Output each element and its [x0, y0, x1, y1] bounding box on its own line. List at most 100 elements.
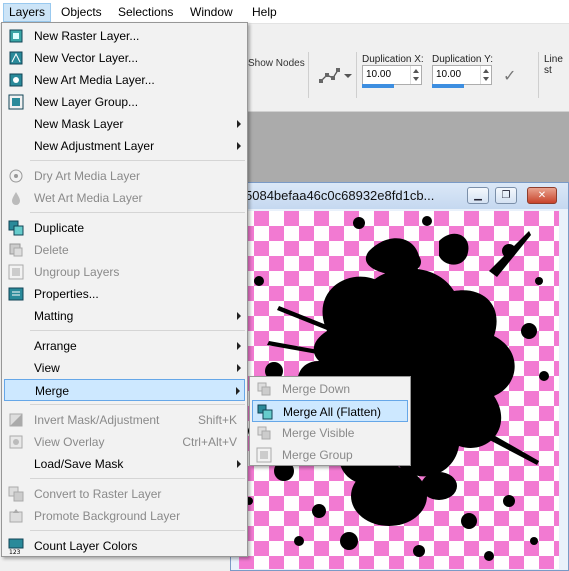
- menu-separator: [30, 160, 245, 161]
- menu-item-load-save-mask[interactable]: Load/Save Mask: [4, 453, 245, 475]
- menu-item-promote-background: Promote Background Layer: [4, 505, 245, 527]
- menu-item-properties[interactable]: Properties...: [4, 283, 245, 305]
- menu-item-count-layer-colors[interactable]: 123 Count Layer Colors: [4, 535, 245, 557]
- apply-check-icon[interactable]: ✓: [503, 66, 516, 86]
- menu-item-label: Merge Visible: [282, 426, 355, 440]
- menu-item-label: Convert to Raster Layer: [34, 487, 162, 501]
- menu-item-label: Wet Art Media Layer: [34, 191, 143, 205]
- menu-item-label: New Mask Layer: [34, 117, 124, 131]
- submenu-arrow-icon: [237, 312, 241, 320]
- menu-separator: [30, 478, 245, 479]
- menu-item-label: New Raster Layer...: [34, 29, 140, 43]
- layers-menu: New Raster Layer... New Vector Layer... …: [1, 22, 248, 557]
- menu-item-view[interactable]: View: [4, 357, 245, 379]
- art-media-layer-icon: [9, 73, 23, 87]
- layer-group-icon: [8, 94, 24, 110]
- menu-selections[interactable]: Selections: [113, 3, 178, 22]
- line-style-label: Line st: [544, 54, 563, 76]
- promote-background-icon: [9, 509, 23, 523]
- menu-item-invert-mask: Invert Mask/Adjustment Shift+K: [4, 409, 245, 431]
- menu-item-merge-visible: Merge Visible: [252, 422, 408, 444]
- menu-item-label: Merge Down: [282, 382, 351, 396]
- menu-layers[interactable]: Layers: [3, 3, 52, 22]
- dropdown-arrow-icon[interactable]: [344, 74, 352, 78]
- menu-item-shortcut: Ctrl+Alt+V: [182, 435, 237, 449]
- menu-item-view-overlay: View Overlay Ctrl+Alt+V: [4, 431, 245, 453]
- menu-separator: [30, 330, 245, 331]
- menu-item-dry-art-media-layer: Dry Art Media Layer: [4, 165, 245, 187]
- close-icon[interactable]: ✕: [527, 187, 557, 204]
- menu-item-label: Merge All (Flatten): [283, 405, 382, 419]
- menu-bar: Layers Objects Selections Window Help: [0, 0, 569, 24]
- menu-item-label: Delete: [34, 243, 69, 257]
- menu-item-new-raster-layer[interactable]: New Raster Layer...: [4, 25, 245, 47]
- spin-arrows-icon[interactable]: [480, 66, 491, 84]
- menu-item-new-vector-layer[interactable]: New Vector Layer...: [4, 47, 245, 69]
- menu-item-matting[interactable]: Matting: [4, 305, 245, 327]
- menu-item-new-adjustment-layer[interactable]: New Adjustment Layer: [4, 135, 245, 157]
- menu-item-arrange[interactable]: Arrange: [4, 335, 245, 357]
- menu-item-ungroup-layers: Ungroup Layers: [4, 261, 245, 283]
- submenu-arrow-icon: [236, 387, 240, 395]
- duplication-y-slider[interactable]: [432, 84, 464, 88]
- duplication-x-slider[interactable]: [362, 84, 394, 88]
- toolbar-separator: [308, 52, 309, 98]
- submenu-arrow-icon: [237, 364, 241, 372]
- view-overlay-icon: [9, 435, 23, 449]
- vector-layer-icon: [9, 51, 23, 65]
- document-titlebar[interactable]: 5084befaa46c0c68932e8fd1cb... ▁ ❐ ✕: [231, 183, 568, 209]
- wet-media-icon: [12, 192, 20, 205]
- menu-item-label: New Adjustment Layer: [34, 139, 155, 153]
- menu-item-new-art-media-layer[interactable]: New Art Media Layer...: [4, 69, 245, 91]
- menu-help[interactable]: Help: [247, 3, 282, 22]
- tool-options-bar: Show Nodes Duplication X: 10.00 Duplicat…: [248, 24, 569, 112]
- menu-item-label: Invert Mask/Adjustment: [34, 413, 160, 427]
- menu-item-label: Duplicate: [34, 221, 85, 235]
- menu-item-merge-group: Merge Group: [252, 444, 408, 466]
- ungroup-icon: [8, 264, 24, 280]
- menu-item-label: Matting: [34, 309, 74, 323]
- count-colors-icon: 123: [8, 538, 24, 554]
- duplication-y-input[interactable]: 10.00: [432, 65, 492, 85]
- node-transform-icon[interactable]: [318, 66, 342, 86]
- menu-item-new-mask-layer[interactable]: New Mask Layer: [4, 113, 245, 135]
- duplication-y-value: 10.00: [436, 69, 462, 80]
- spin-arrows-icon[interactable]: [410, 66, 421, 84]
- menu-item-label: New Vector Layer...: [34, 51, 139, 65]
- menu-item-wet-art-media-layer: Wet Art Media Layer: [4, 187, 245, 209]
- raster-layer-icon: [9, 29, 23, 43]
- invert-mask-icon: [9, 413, 23, 427]
- menu-item-shortcut: Shift+K: [197, 413, 237, 427]
- menu-item-label: Arrange: [34, 339, 77, 353]
- restore-icon[interactable]: ❐: [495, 187, 517, 204]
- menu-separator: [30, 530, 245, 531]
- menu-item-label: Count Layer Colors: [34, 539, 138, 553]
- minimize-icon[interactable]: ▁: [467, 187, 489, 204]
- menu-item-new-layer-group[interactable]: New Layer Group...: [4, 91, 245, 113]
- duplication-x-input[interactable]: 10.00: [362, 65, 422, 85]
- delete-icon: [9, 243, 23, 257]
- menu-item-label: Merge Group: [282, 448, 353, 462]
- duplication-x-value: 10.00: [366, 69, 392, 80]
- menu-item-label: Load/Save Mask: [34, 457, 124, 471]
- menu-item-merge-all[interactable]: Merge All (Flatten): [252, 400, 408, 422]
- show-nodes-label[interactable]: Show Nodes: [248, 58, 305, 69]
- convert-raster-icon: [8, 486, 24, 502]
- menu-separator: [30, 404, 245, 405]
- menu-item-label: Ungroup Layers: [34, 265, 120, 279]
- menu-item-label: Dry Art Media Layer: [34, 169, 141, 183]
- menu-separator: [30, 212, 245, 213]
- duplicate-icon: [8, 220, 24, 236]
- duplication-y-label: Duplication Y:: [432, 54, 493, 65]
- menu-window[interactable]: Window: [185, 3, 238, 22]
- menu-item-merge[interactable]: Merge: [4, 379, 245, 401]
- menu-objects[interactable]: Objects: [56, 3, 107, 22]
- submenu-arrow-icon: [237, 142, 241, 150]
- submenu-arrow-icon: [237, 342, 241, 350]
- merge-down-icon: [257, 382, 271, 396]
- merge-group-icon: [256, 447, 272, 463]
- menu-item-duplicate[interactable]: Duplicate: [4, 217, 245, 239]
- properties-icon: [8, 287, 24, 301]
- document-title: 5084befaa46c0c68932e8fd1cb...: [245, 188, 435, 203]
- svg-text:123: 123: [9, 549, 21, 554]
